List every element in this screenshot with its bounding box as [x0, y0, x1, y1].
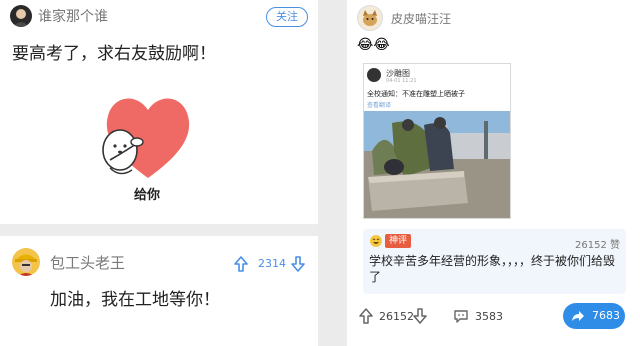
arrow-down-icon — [413, 308, 427, 324]
share-count: 7683 — [592, 309, 620, 322]
follow-button[interactable]: 关注 — [266, 7, 308, 27]
post-author-name[interactable]: 皮皮喵汪汪 — [391, 10, 451, 28]
embed-text: 全校通知：不准在雕塑上晒被子 — [367, 90, 465, 98]
laughing-face-icon — [370, 235, 382, 247]
comment-count: 3583 — [475, 310, 503, 323]
upvote-count: 26152 — [379, 310, 414, 323]
comment-vote-count: 2314 — [258, 257, 286, 270]
heart-sticker-image: 给你 — [80, 78, 200, 206]
left-post-card: 谁家那个谁 关注 要高考了，求右友鼓励啊！ 给你 包工头老王 2314 加油，我… — [0, 0, 318, 346]
share-arrow-icon — [572, 311, 584, 321]
statue-with-quilts-image — [364, 111, 510, 218]
right-post-card: 皮皮喵汪汪 😂😂 沙雕图 04-01 11:21 全校通知：不准在雕塑上晒被子 … — [347, 0, 640, 346]
god-comment-badge: 神评 — [369, 234, 412, 248]
embed-translate-link[interactable]: 查看翻译 — [367, 100, 391, 109]
god-comment-badge-label: 神评 — [385, 234, 412, 248]
downvote-button[interactable] — [413, 308, 427, 324]
comment-downvote-button[interactable] — [291, 256, 305, 272]
post-emoji: 😂😂 — [357, 37, 390, 53]
share-button[interactable]: 7683 — [563, 303, 625, 329]
comment-upvote-button[interactable] — [234, 256, 248, 272]
post-author-avatar[interactable] — [10, 5, 32, 27]
comment-button[interactable] — [453, 308, 469, 324]
post-author-name[interactable]: 谁家那个谁 — [38, 8, 108, 26]
comment-author-name[interactable]: 包工头老王 — [50, 254, 125, 272]
comment-text: 加油，我在工地等你！ — [50, 290, 220, 310]
post-action-bar: 26152 3583 7683 — [347, 296, 640, 336]
embed-timestamp: 04-01 11:21 — [386, 78, 417, 84]
god-comment-text: 学校辛苦多年经营的形象，，，，终于被你们给毁了 — [369, 254, 616, 284]
heart-hug-icon — [102, 98, 190, 178]
god-comment[interactable]: 神评 26152 赞 学校辛苦多年经营的形象，，，，终于被你们给毁了 — [363, 229, 626, 294]
god-comment-likes: 26152 赞 — [575, 240, 620, 251]
upvote-button[interactable] — [359, 308, 373, 324]
statue-photo — [364, 111, 510, 218]
comment-bubble-icon — [454, 310, 468, 323]
embedded-post[interactable]: 沙雕图 04-01 11:21 全校通知：不准在雕塑上晒被子 查看翻译 — [363, 63, 511, 219]
comment-author-avatar[interactable] — [12, 248, 40, 276]
section-divider — [0, 224, 318, 236]
embed-author-avatar — [367, 68, 381, 82]
arrow-up-icon — [359, 308, 373, 324]
arrow-down-icon — [291, 256, 305, 272]
arrow-up-icon — [234, 256, 248, 272]
post-text: 要高考了，求右友鼓励啊！ — [12, 44, 216, 64]
post-author-avatar[interactable] — [357, 5, 383, 31]
sticker-caption: 给你 — [134, 188, 161, 203]
